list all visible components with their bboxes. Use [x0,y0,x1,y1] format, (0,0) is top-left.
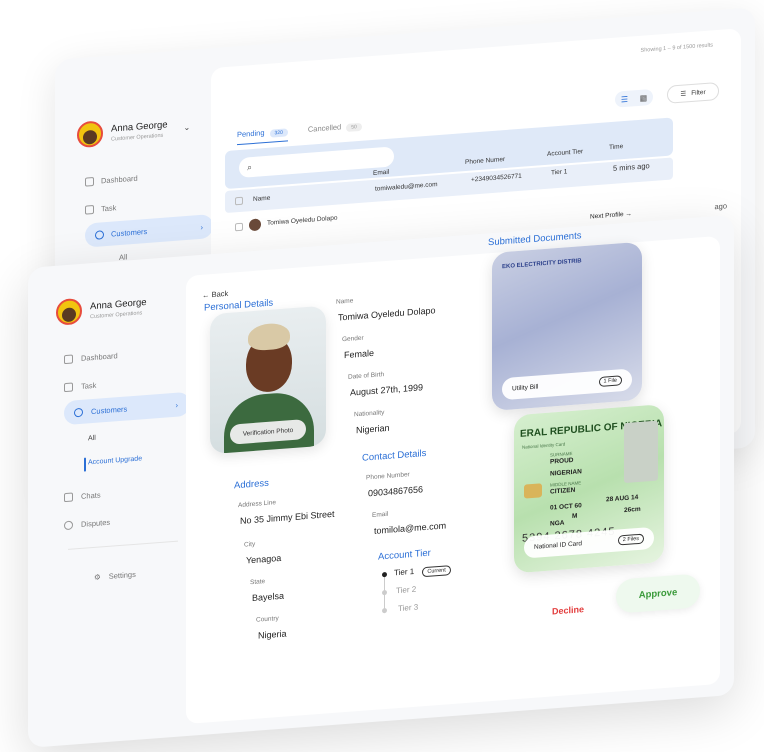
id-card-subtitle: National Identity Card [522,441,566,450]
dashboard-icon [64,354,73,365]
back-label: Back [211,288,229,300]
sidebar-item-label: Disputes [81,517,111,529]
tier-label: Tier 1 [394,566,415,578]
sidebar-item-chats[interactable]: Chats [64,490,101,503]
sidebar-item-label: Dashboard [81,351,118,363]
user-profile[interactable]: Anna George Customer Operations [56,293,147,326]
sidebar-item-dashboard[interactable]: Dashboard [64,351,118,365]
next-profile-button[interactable]: Next Profile → [590,210,632,220]
decline-button[interactable]: Decline [552,604,584,616]
sidebar-item-settings[interactable]: ⚙ Settings [94,570,136,582]
sidebar-item-label: Task [81,380,97,391]
contact-details-heading: Contact Details [362,447,427,464]
id-issue-date: 28 AUG 14 [606,494,639,504]
sidebar-subitem-account-upgrade[interactable]: Account Upgrade [88,455,142,466]
tier-3: Tier 3 [398,602,419,614]
file-count-badge: 2 Files [617,533,644,546]
country-value: Nigeria [258,628,287,641]
account-tier-heading: Account Tier [378,547,431,563]
id-surname: PROUD [550,456,574,466]
tier-2: Tier 2 [396,584,417,596]
address-line-label: Address Line [238,499,276,510]
gear-icon: ⚙ [94,572,101,582]
sidebar-item-label: Customers [91,403,128,416]
address-heading: Address [234,477,269,492]
back-button[interactable]: ← Back [202,289,228,300]
national-id-document[interactable]: ERAL REPUBLIC OF NIGERIA National Identi… [514,404,664,574]
approve-button[interactable]: Approve [616,573,700,614]
name-label: Name [336,297,354,306]
id-dob: 01 OCT 60 [550,502,582,512]
document-label: Utility Bill [512,383,539,393]
name-value: Tomiwa Oyeledu Dolapo [338,305,436,323]
chat-icon [64,492,73,503]
user-icon [74,407,83,417]
nationality-value: Nigerian [356,422,390,436]
current-badge: Current [422,565,451,578]
arrow-left-icon: ← [202,290,210,300]
tier-dot [382,607,387,614]
sidebar-item-disputes[interactable]: Disputes [64,517,111,531]
country-label: Country [256,615,279,624]
id-nationality: NGA [550,519,565,528]
sidebar-item-customers[interactable]: Customers › [64,391,190,426]
submitted-documents-heading: Submitted Documents [488,230,582,249]
divider [68,540,178,550]
city-value: Yenagoa [246,552,282,566]
tier-dot-active [382,571,387,578]
sidebar-subitem-all[interactable]: All [88,435,96,443]
customer-detail-window: Anna George Customer Operations Dashboar… [28,210,734,748]
state-value: Bayelsa [252,590,285,604]
id-middle-name: CITIZEN [550,486,576,496]
state-label: State [250,578,266,587]
info-icon [64,520,73,531]
sidebar-item-task[interactable]: Task [64,380,97,393]
gender-label: Gender [342,334,364,344]
tier-dot [382,589,387,596]
document-caption: Utility Bill 1 File [502,368,632,401]
email-label: Email [372,510,389,520]
phone-label: Phone Number [366,471,410,482]
task-icon [64,382,73,393]
sidebar-item-label: Chats [81,490,101,501]
dob-label: Date of Birth [348,371,385,381]
active-indicator [84,457,86,472]
customer-detail-panel: ← Back Next Profile → Personal Details V… [186,210,720,725]
utility-bill-document[interactable]: EKO ELECTRICITY DISTRIB Utility Bill 1 F… [492,241,642,412]
address-line-value: No 35 Jimmy Ebi Street [240,508,335,526]
id-photo [624,420,658,484]
avatar [56,297,82,326]
id-height: 26cm [624,505,641,515]
id-first-name: NIGERIAN [550,468,582,478]
sidebar-item-label: Settings [108,569,136,581]
arrow-right-icon: → [625,210,632,218]
verification-photo[interactable]: Verification Photo [210,305,326,455]
phone-value: 09034867656 [368,484,424,499]
id-chip [524,483,542,499]
dob-value: August 27th, 1999 [350,382,424,398]
city-label: City [244,540,256,549]
tier-1: Tier 1 Current [394,564,451,579]
next-profile-label: Next Profile [590,211,624,221]
email-value: tomilola@me.com [374,520,447,536]
bill-header: EKO ELECTRICITY DISTRIB [502,258,582,271]
file-count-badge: 1 File [598,375,622,387]
chevron-right-icon: › [175,400,179,410]
nationality-label: Nationality [354,409,385,419]
id-sex: M [572,512,578,520]
document-label: National ID Card [534,539,583,551]
sidebar: Anna George Customer Operations Dashboar… [28,256,190,748]
gender-value: Female [344,347,375,361]
